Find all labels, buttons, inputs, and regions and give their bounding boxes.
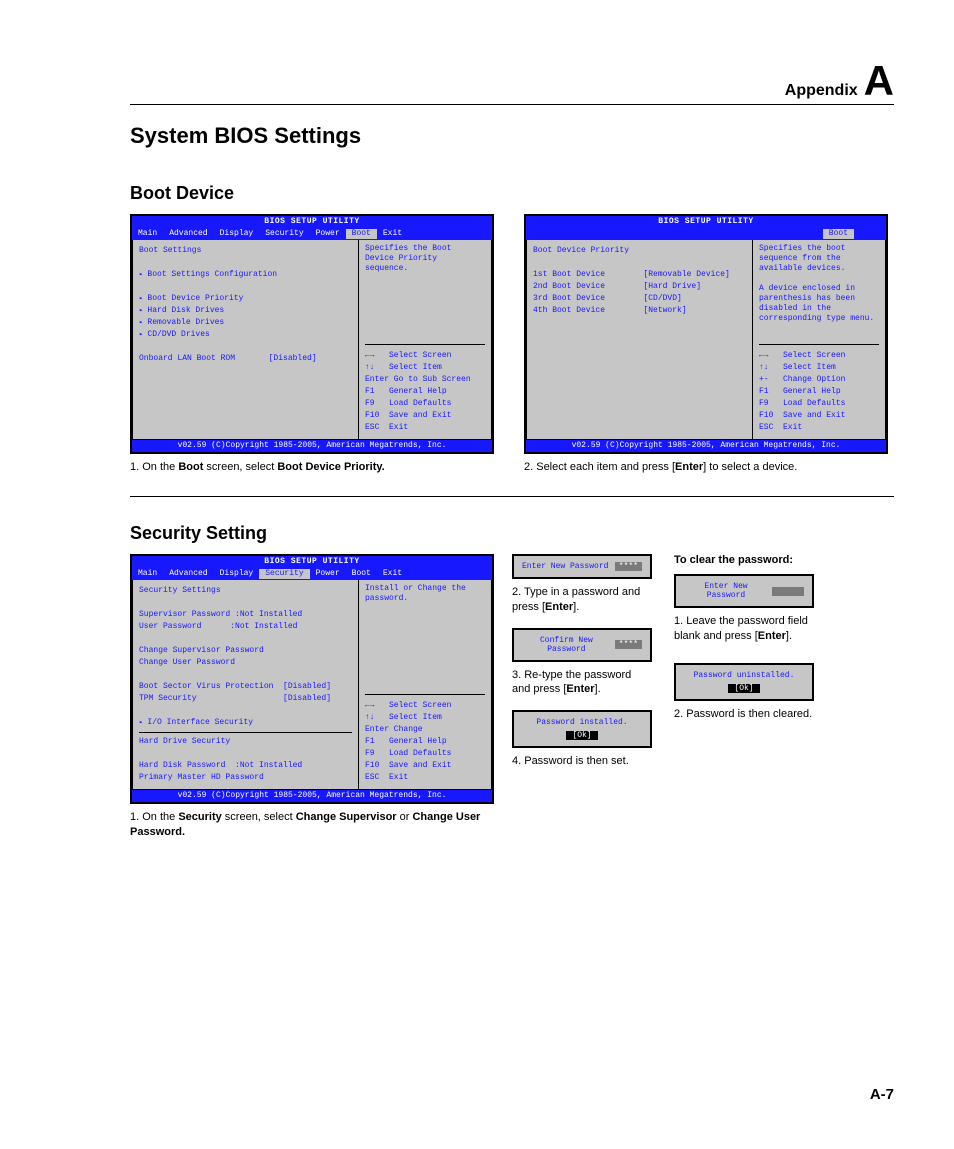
appendix-letter: A [864,60,894,102]
password-clear-column: To clear the password: Enter New Passwor… [674,554,814,839]
dialog-password-installed: Password installed.[Ok] [512,710,652,748]
bios-title: BIOS SETUP UTILITY [132,216,492,228]
caption-1: 1. On the Boot screen, select Boot Devic… [130,460,500,474]
bios-screenshot-security: BIOS SETUP UTILITY MainAdvancedDisplaySe… [130,554,490,839]
caption-3: 1. On the Security screen, select Change… [130,810,490,839]
dialog-enter-password: Enter New Password**** [512,554,652,579]
dialog-enter-password-blank: Enter New Password [674,574,814,608]
bios-menu: MainAdvancedDisplaySecurityPowerBootExit [132,228,492,240]
dialog-confirm-password: Confirm New Password**** [512,628,652,662]
page-header: Appendix A [130,60,894,105]
divider [130,496,894,497]
section-boot-device: Boot Device [130,183,894,204]
appendix-label: Appendix [785,82,858,100]
section-security: Security Setting [130,523,894,544]
bios-menu: Boot [526,228,886,240]
dialog-password-uninstalled: Password uninstalled.[Ok] [674,663,814,701]
bios-screenshot-boot-priority: BIOS SETUP UTILITY Boot Boot Device Prio… [524,214,894,474]
caption-2: 2. Select each item and press [Enter] to… [524,460,894,474]
page-title: System BIOS Settings [130,123,894,149]
bios-screenshot-boot-settings: BIOS SETUP UTILITY MainAdvancedDisplaySe… [130,214,500,474]
page-number: A-7 [870,1086,894,1103]
password-set-column: Enter New Password**** 2. Type in a pass… [512,554,652,839]
